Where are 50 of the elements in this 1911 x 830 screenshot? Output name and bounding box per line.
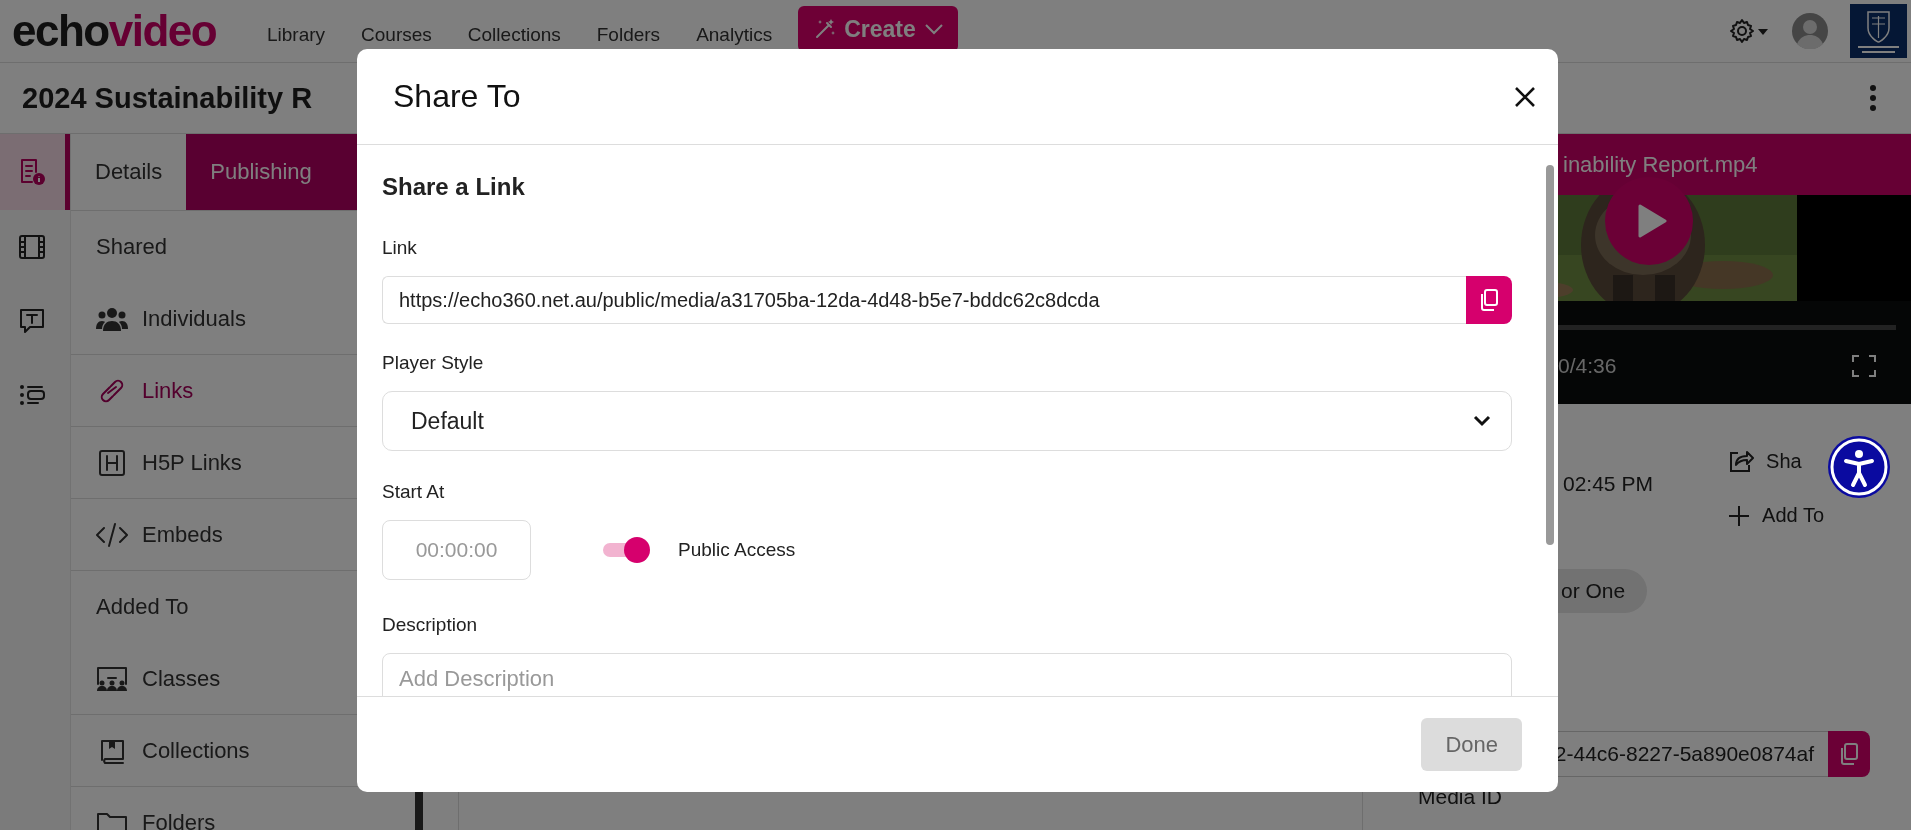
chevron-down-icon (923, 23, 944, 35)
copy-button[interactable] (1466, 276, 1512, 324)
tab[interactable]: Details (71, 134, 187, 210)
public-access-toggle[interactable] (601, 536, 651, 564)
code-icon (96, 521, 128, 548)
nav-link[interactable]: Analytics (696, 24, 773, 46)
more-options-icon[interactable] (1869, 85, 1877, 111)
nav-link[interactable]: Library (267, 24, 326, 46)
toggle-label: Public Access (678, 539, 796, 561)
scrollbar-thumb[interactable] (415, 792, 423, 830)
share-link[interactable]: Sha (1728, 448, 1802, 474)
letter-h-box-icon (96, 449, 128, 476)
player-style-dropdown[interactable]: Default (382, 391, 1512, 451)
start-time-field[interactable]: 00:00:00 (382, 520, 531, 580)
magic-wand-icon (814, 18, 837, 40)
copy-icon (1839, 743, 1859, 765)
settings-icon[interactable] (1730, 18, 1770, 44)
logo[interactable]: echovideo (12, 6, 267, 56)
field-label: Description (382, 614, 479, 636)
create-button[interactable]: Create (798, 6, 958, 52)
accessibility-icon (1828, 436, 1890, 498)
nav-link[interactable]: Folders (596, 24, 661, 46)
field-label: Link (382, 237, 418, 259)
classroom-icon (96, 665, 128, 692)
dialog-title: Share To (393, 78, 521, 115)
link-field[interactable]: https://echo360.net.au/public/media/a31705ba-12da-4d48-b5e7-bddc62c8dcda (382, 276, 1466, 324)
page-title: 2024 Sustainability R (22, 81, 313, 115)
video-title: inability Report.mp4 (1563, 151, 1758, 178)
recorded-time: 02:45 PM (1563, 472, 1653, 497)
section-heading: Shared (96, 234, 167, 260)
section-heading: Added To (96, 594, 189, 620)
text-comment-icon (17, 306, 47, 336)
people-icon (96, 305, 128, 332)
fullscreen-icon[interactable] (1852, 355, 1876, 377)
copy-icon (1479, 289, 1499, 311)
university-crest-logo (1850, 4, 1907, 58)
play-icon (1637, 204, 1667, 238)
avatar[interactable] (1792, 13, 1828, 49)
nav-link[interactable]: Courses (361, 24, 432, 46)
film-icon (17, 232, 47, 262)
share-icon (1728, 448, 1755, 474)
scrollbar-thumb[interactable] (1546, 165, 1554, 545)
video-time: 0/4:36 (1558, 354, 1617, 378)
copy-button[interactable] (1828, 731, 1870, 777)
plus-icon (1728, 504, 1751, 527)
description-field[interactable]: Add Description (382, 653, 1512, 696)
chevron-down-icon (1473, 415, 1491, 427)
add-to-link[interactable]: Add To (1728, 504, 1824, 527)
nav-link[interactable]: Collections (467, 24, 561, 46)
close-icon[interactable] (1514, 85, 1536, 108)
